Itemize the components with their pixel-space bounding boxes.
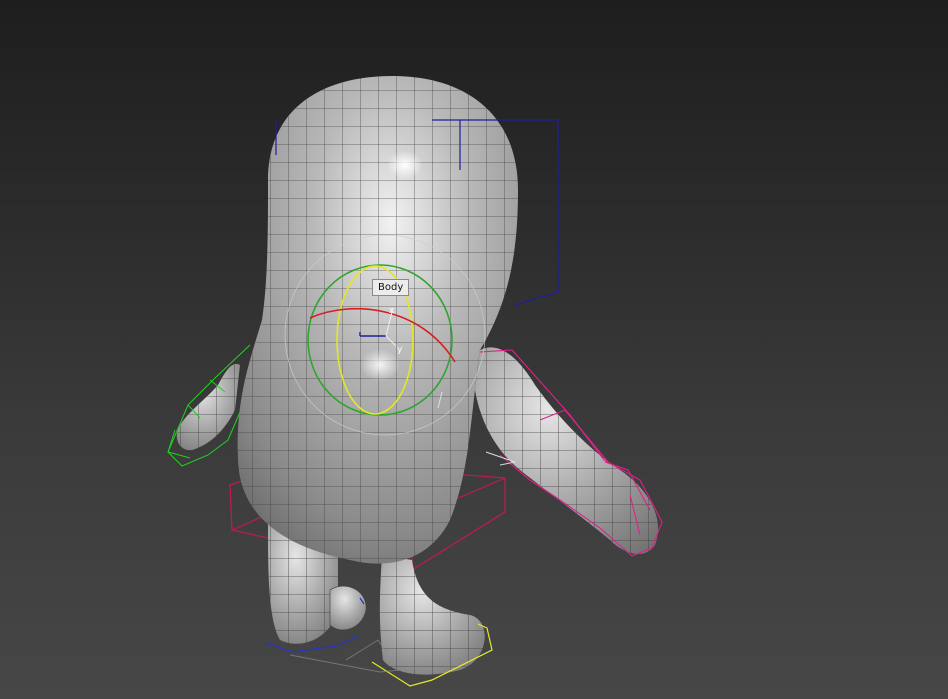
object-name-tooltip: Body bbox=[372, 279, 410, 296]
leg-right[interactable] bbox=[375, 550, 495, 680]
character-body[interactable] bbox=[230, 70, 530, 580]
arm-right[interactable] bbox=[470, 335, 670, 565]
specular-highlight-head bbox=[387, 151, 423, 179]
scene-svg[interactable]: x y bbox=[0, 0, 948, 699]
gizmo-label-y: y bbox=[397, 345, 403, 355]
gizmo-label-x: x bbox=[389, 306, 395, 316]
3d-viewport[interactable]: x y Body bbox=[0, 0, 948, 699]
specular-highlight-belly bbox=[360, 349, 400, 381]
